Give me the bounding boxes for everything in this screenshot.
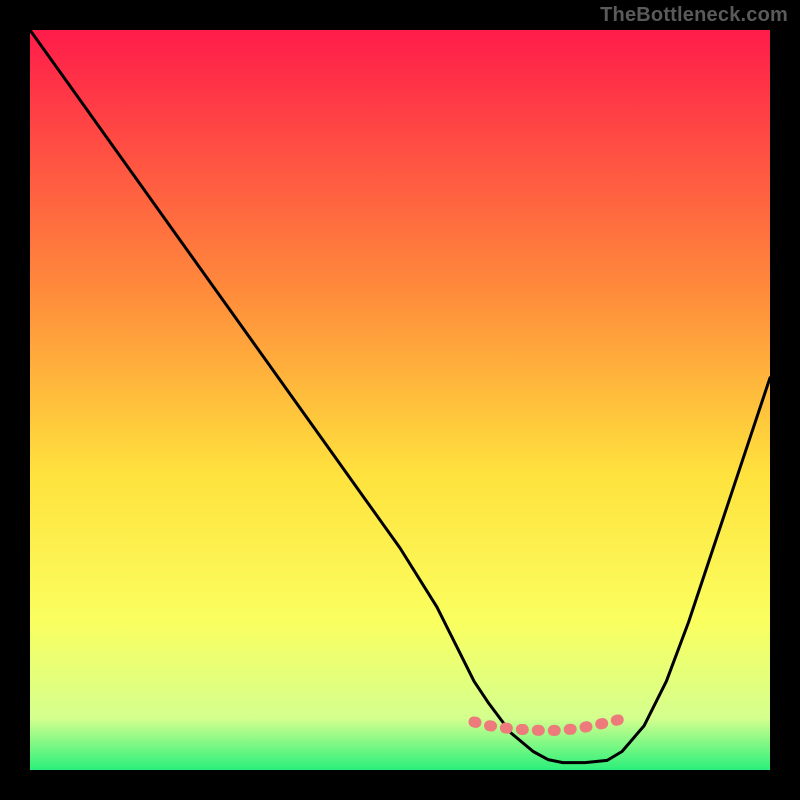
watermark: TheBottleneck.com [600,4,788,27]
plot-frame [30,30,770,770]
chart [30,30,770,770]
gradient-background [30,30,770,770]
